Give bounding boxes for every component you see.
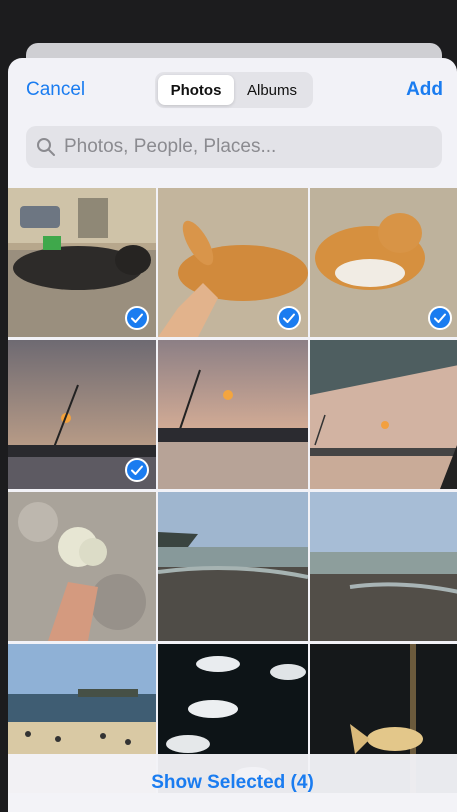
search-bar[interactable]: [26, 126, 442, 168]
flower-photo-image: [8, 492, 156, 641]
photo-picker-sheet: Cancel Photos Albums Add Photos, People,…: [8, 58, 457, 812]
sunset-photo-image: [310, 340, 457, 489]
photo-thumbnail[interactable]: [158, 188, 308, 337]
show-selected-button[interactable]: Show Selected (4): [151, 772, 314, 794]
photo-thumbnail[interactable]: [158, 340, 308, 489]
tab-albums[interactable]: Albums: [234, 75, 310, 105]
photo-thumbnail[interactable]: [8, 340, 156, 489]
photo-thumbnail[interactable]: [310, 492, 457, 641]
selected-checkmark-icon: [125, 458, 149, 482]
selected-checkmark-icon: [125, 306, 149, 330]
search-input[interactable]: [62, 135, 426, 159]
shore-photo-image: [158, 492, 308, 641]
shore-photo-image: [310, 492, 457, 641]
photo-thumbnail[interactable]: [158, 492, 308, 641]
photo-thumbnail[interactable]: [310, 340, 457, 489]
tab-photos[interactable]: Photos: [158, 75, 234, 105]
selected-checkmark-icon: [277, 306, 301, 330]
photo-thumbnail[interactable]: [8, 188, 156, 337]
photo-grid: [8, 188, 457, 793]
search-icon: [37, 138, 55, 156]
photo-thumbnail[interactable]: [310, 188, 457, 337]
photo-thumbnail[interactable]: [8, 492, 156, 641]
add-button[interactable]: Add: [406, 79, 443, 101]
segmented-control: Photos Albums: [155, 72, 313, 108]
selected-checkmark-icon: [428, 306, 452, 330]
navigation-bar: Cancel Photos Albums Add: [8, 58, 457, 122]
bottom-toolbar: Show Selected (4): [8, 754, 457, 812]
cancel-button[interactable]: Cancel: [26, 79, 85, 101]
sunset-photo-image: [158, 340, 308, 489]
